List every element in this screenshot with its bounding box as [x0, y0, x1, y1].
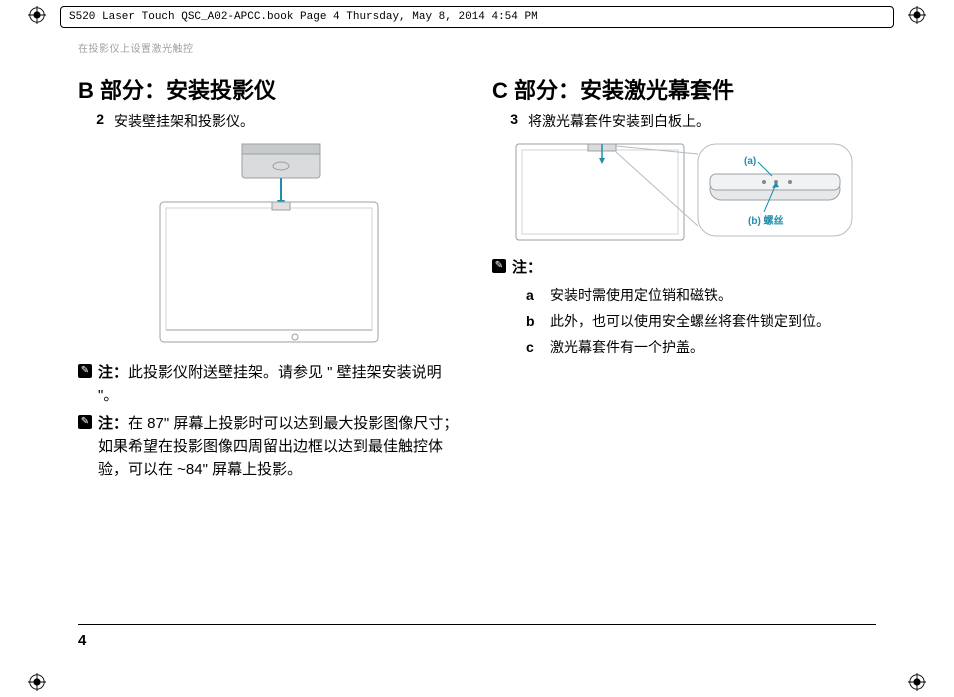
note-3: 注：: [512, 256, 876, 279]
page-number: 4: [78, 632, 86, 649]
step-text: 安装壁挂架和投影仪。: [114, 111, 254, 132]
figure-laser-curtain-kit: (a) (b) 螺丝: [492, 142, 876, 242]
column-right: C 部分：安装激光幕套件 3 将激光幕套件安装到白板上。: [492, 73, 876, 481]
sub-letter: b: [526, 311, 538, 333]
footer-rule: [78, 624, 876, 625]
note-icon: [78, 415, 92, 429]
note-label: 注：: [512, 259, 542, 276]
running-head: 在投影仪上设置激光触控: [78, 40, 876, 55]
sub-text: 激光幕套件有一个护盖。: [550, 337, 704, 359]
note-2: 注：在 87" 屏幕上投影时可以达到最大投影图像尺寸；如果希望在投影图像四周留出…: [98, 412, 462, 482]
section-b-title: B 部分：安装投影仪: [78, 73, 462, 105]
sub-text: 此外，也可以使用安全螺丝将套件锁定到位。: [550, 311, 830, 333]
note-label: 注：: [98, 364, 128, 381]
book-header-text: S520 Laser Touch QSC_A02-APCC.book Page …: [69, 11, 538, 23]
sub-letter: c: [526, 337, 538, 359]
registration-mark-icon: [908, 6, 926, 24]
section-c-title: C 部分：安装激光幕套件: [492, 73, 876, 105]
note-icon: [492, 259, 506, 273]
figure-projector-mount: [78, 142, 462, 347]
page-body: 在投影仪上设置激光触控 B 部分：安装投影仪 2 安装壁挂架和投影仪。: [78, 40, 876, 657]
note-text: 此投影仪附送壁挂架。请参见 " 壁挂架安装说明 "。: [98, 364, 442, 404]
sub-item-a: a 安装时需使用定位销和磁铁。: [526, 285, 876, 307]
book-header-bar: S520 Laser Touch QSC_A02-APCC.book Page …: [60, 6, 894, 28]
sub-item-c: c 激光幕套件有一个护盖。: [526, 337, 876, 359]
sub-letter: a: [526, 285, 538, 307]
registration-mark-icon: [28, 6, 46, 24]
callout-a-text: (a): [744, 156, 756, 167]
step-number: 3: [506, 111, 518, 132]
callout-b-text: (b) 螺丝: [748, 214, 784, 227]
sub-item-b: b 此外，也可以使用安全螺丝将套件锁定到位。: [526, 311, 876, 333]
note-1: 注：此投影仪附送壁挂架。请参见 " 壁挂架安装说明 "。: [98, 361, 462, 408]
column-left: B 部分：安装投影仪 2 安装壁挂架和投影仪。: [78, 73, 462, 481]
registration-mark-icon: [908, 673, 926, 691]
step-number: 2: [92, 111, 104, 132]
sub-text: 安装时需使用定位销和磁铁。: [550, 285, 732, 307]
registration-mark-icon: [28, 673, 46, 691]
step-text: 将激光幕套件安装到白板上。: [528, 111, 710, 132]
note-icon: [78, 364, 92, 378]
note-label: 注：: [98, 415, 128, 432]
note-text: 在 87" 屏幕上投影时可以达到最大投影图像尺寸；如果希望在投影图像四周留出边框…: [98, 415, 458, 479]
